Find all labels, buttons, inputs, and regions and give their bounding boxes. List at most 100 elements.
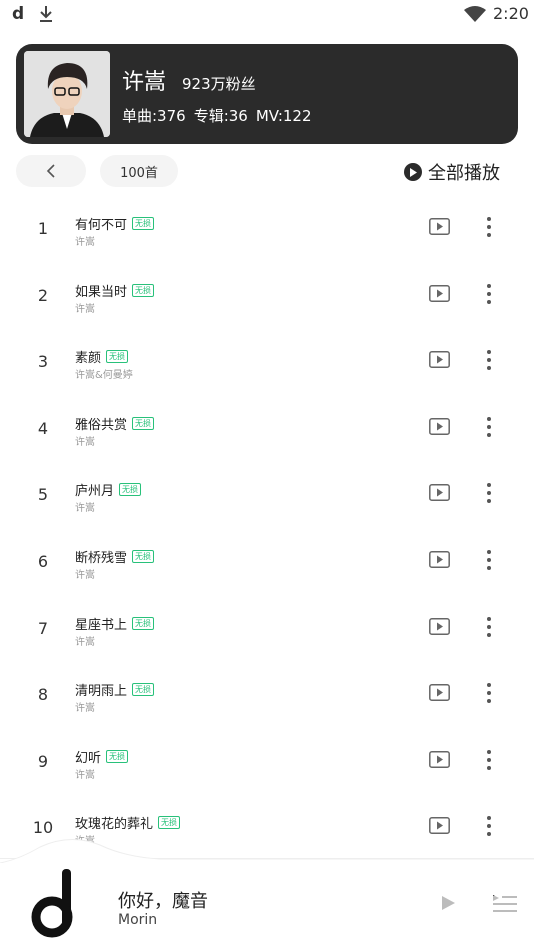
song-number: 7	[37, 618, 49, 638]
artist-avatar	[24, 51, 110, 137]
artist-name: 许嵩	[122, 70, 167, 95]
mv-play-icon[interactable]	[429, 284, 450, 302]
song-title: 清明雨上	[75, 684, 128, 700]
artist-stats: 单曲:376 专辑:36 MV:122	[122, 105, 320, 126]
mv-play-icon[interactable]	[429, 817, 450, 835]
app-logo-icon: d	[12, 4, 25, 24]
lossless-badge: 无损	[132, 283, 155, 297]
lossless-badge: 无损	[132, 217, 155, 230]
song-artist: 许嵩	[75, 703, 95, 715]
song-artist: 许嵩	[75, 503, 95, 515]
song-title: 雅俗共赏	[75, 417, 128, 433]
song-row[interactable]: 10 玫瑰花的葬礼 无损许嵩	[0, 794, 534, 861]
song-title: 有何不可	[75, 218, 128, 233]
mv-play-icon[interactable]	[429, 551, 450, 568]
song-artist: 许嵩	[75, 436, 95, 448]
back-button[interactable]	[16, 155, 86, 187]
lossless-badge: 无损	[106, 350, 129, 364]
song-title-line: 素颜 无损	[75, 347, 129, 367]
mv-play-icon[interactable]	[429, 684, 450, 702]
song-row[interactable]: 8 清明雨上 无损许嵩	[0, 661, 534, 728]
song-row[interactable]: 9 幻听 无损许嵩	[0, 728, 534, 795]
song-title-line: 有何不可 无损	[75, 214, 155, 233]
song-title-line: 如果当时 无损	[75, 281, 155, 300]
lossless-badge: 无损	[132, 416, 155, 430]
song-artist: 许嵩	[75, 636, 95, 648]
song-number: 5	[37, 485, 49, 505]
song-title-line: 雅俗共赏 无损	[75, 414, 155, 433]
song-artist: 许嵩&何曼婷	[75, 370, 133, 382]
song-number: 10	[32, 818, 54, 838]
song-number: 1	[37, 219, 49, 238]
download-icon	[38, 4, 54, 28]
mv-play-icon[interactable]	[429, 218, 450, 235]
song-artist: 许嵩	[75, 303, 95, 315]
song-title: 如果当时	[75, 284, 128, 300]
song-row[interactable]: 4 雅俗共赏 无损许嵩	[0, 395, 534, 462]
song-row[interactable]: 1 有何不可 无损许嵩	[0, 195, 534, 262]
play-all-button[interactable]: 全部播放	[404, 159, 500, 185]
song-list: 1 有何不可 无损 许嵩 2 如果当时 无损 许嵩 3 素颜 无损 许嵩&何曼婷 4 雅俗共赏 无损 许嵩 5 庐…	[0, 195, 534, 861]
status-bar: d 2:20	[0, 0, 534, 30]
mv-play-icon[interactable]	[429, 617, 450, 635]
more-options-icon[interactable]	[484, 216, 494, 238]
song-number: 6	[37, 551, 49, 571]
wifi-icon	[464, 6, 486, 27]
song-title-line: 清明雨上 无损	[75, 680, 155, 700]
player-logo-icon	[31, 869, 73, 938]
albums-count[interactable]: 专辑:36	[194, 107, 248, 125]
song-artist: 许嵩	[75, 569, 95, 581]
watermark-overlay	[394, 896, 534, 946]
more-options-icon[interactable]	[484, 416, 494, 438]
mv-play-icon[interactable]	[429, 351, 450, 369]
lossless-badge: 无损	[132, 683, 155, 697]
song-title: 素颜	[75, 351, 102, 367]
song-title: 断桥残雪	[75, 550, 128, 566]
singles-count[interactable]: 单曲:376	[122, 107, 186, 125]
song-title-line: 幻听 无损	[75, 747, 129, 766]
mv-count[interactable]: MV:122	[256, 107, 312, 125]
more-options-icon[interactable]	[484, 349, 494, 371]
song-row[interactable]: 6 断桥残雪 无损许嵩	[0, 528, 534, 595]
song-title-line: 玫瑰花的葬礼 无损	[75, 813, 181, 833]
more-options-icon[interactable]	[484, 815, 494, 837]
play-circle-icon	[404, 163, 422, 181]
player-song-title: 你好，魔音	[118, 891, 208, 912]
song-title: 星座书上	[75, 617, 128, 633]
song-row[interactable]: 7 星座书上 无损许嵩	[0, 595, 534, 662]
mv-play-icon[interactable]	[429, 750, 450, 768]
song-number: 2	[37, 285, 49, 305]
song-count-pill[interactable]: 100首	[100, 155, 178, 187]
song-number: 3	[37, 352, 49, 372]
song-artist: 许嵩	[75, 237, 95, 248]
player-song-artist: Morin	[118, 912, 158, 928]
song-number: 4	[37, 418, 49, 438]
song-artist: 许嵩	[75, 769, 95, 781]
song-title-line: 星座书上 无损	[75, 614, 155, 633]
artist-fans: 923万粉丝	[182, 75, 256, 93]
more-options-icon[interactable]	[484, 749, 494, 771]
play-all-label: 全部播放	[428, 163, 500, 184]
lossless-badge: 无损	[132, 616, 155, 630]
song-row[interactable]: 3 素颜 无损许嵩&何曼婷	[0, 328, 534, 395]
mv-play-icon[interactable]	[429, 417, 450, 435]
song-title-line: 断桥残雪 无损	[75, 547, 155, 566]
lossless-badge: 无损	[158, 816, 181, 830]
song-artist: 许嵩	[75, 836, 95, 848]
song-title: 玫瑰花的葬礼	[75, 817, 154, 833]
song-number: 9	[37, 751, 49, 771]
song-row[interactable]: 5 庐州月 无损 许嵩	[0, 461, 534, 528]
song-row[interactable]: 2 如果当时 无损许嵩	[0, 262, 534, 329]
song-title: 幻听	[75, 750, 102, 766]
more-options-icon[interactable]	[484, 616, 494, 638]
lossless-badge: 无损	[132, 549, 155, 563]
song-number: 8	[37, 685, 49, 705]
more-options-icon[interactable]	[484, 682, 494, 704]
song-title: 庐州月	[75, 484, 115, 500]
more-options-icon[interactable]	[484, 549, 494, 571]
chevron-left-icon	[46, 164, 55, 178]
more-options-icon[interactable]	[484, 283, 494, 305]
mv-play-icon[interactable]	[429, 484, 450, 502]
more-options-icon[interactable]	[484, 482, 494, 504]
artist-header-card: 许嵩 923万粉丝 单曲:376 专辑:36 MV:122	[16, 44, 518, 144]
